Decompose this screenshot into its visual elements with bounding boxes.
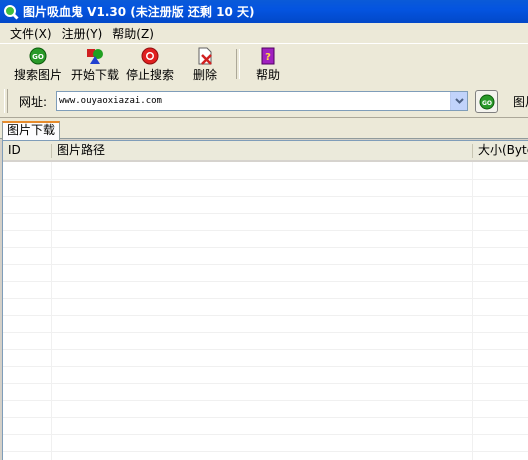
- help-label: 帮助: [256, 68, 281, 82]
- grid-row-line: [3, 264, 528, 265]
- tab-strip: 图片下载: [0, 118, 528, 140]
- help-button[interactable]: ? 帮助: [256, 47, 280, 83]
- shapes-icon: [87, 49, 103, 64]
- grid-row-line: [3, 366, 528, 367]
- window-title: 图片吸血鬼 V1.30 (未注册版 还剩 10 天): [23, 5, 255, 19]
- stop-search-label: 停止搜索: [126, 68, 175, 82]
- address-bar: 网址: GO 图片: [0, 85, 528, 118]
- go-button-text: GO: [481, 100, 491, 107]
- title-bar[interactable]: 图片吸血鬼 V1.30 (未注册版 还剩 10 天): [0, 0, 528, 23]
- grid-column-line: [472, 162, 473, 460]
- svg-text:GO: GO: [32, 53, 44, 61]
- grid-row-line: [3, 400, 528, 401]
- truncated-label: 图片: [513, 95, 528, 109]
- search-images-button[interactable]: GO 搜索图片: [14, 47, 62, 83]
- toolbar-separator: [236, 49, 240, 79]
- grid-row-line: [3, 247, 528, 248]
- grid-row-line: [3, 179, 528, 180]
- stop-search-button[interactable]: 停止搜索: [126, 47, 174, 83]
- grid-row-line: [3, 196, 528, 197]
- grid-row-line: [3, 349, 528, 350]
- url-input[interactable]: [59, 93, 439, 108]
- grid-row-line: [3, 434, 528, 435]
- toolbar: GO 搜索图片 开始下载 停止搜索 删除 ? 帮助: [0, 43, 528, 86]
- delete-label: 删除: [193, 68, 218, 82]
- grid-row-line: [3, 332, 528, 333]
- grid-row-line: [3, 281, 528, 282]
- column-header-path[interactable]: 图片路径: [52, 141, 472, 160]
- grid-row-line: [3, 417, 528, 418]
- start-download-label: 开始下载: [71, 68, 120, 82]
- go-button[interactable]: GO: [475, 90, 498, 113]
- address-combobox[interactable]: [56, 91, 468, 111]
- start-download-button[interactable]: 开始下载: [71, 47, 119, 83]
- chevron-down-icon: [454, 98, 464, 104]
- toolbar-grip[interactable]: [4, 89, 8, 113]
- address-label: 网址:: [19, 95, 48, 109]
- image-list[interactable]: ID 图片路径 大小(Byte): [2, 140, 528, 460]
- tab-image-download[interactable]: 图片下载: [2, 121, 61, 140]
- go-icon: GO: [479, 94, 494, 109]
- magnifier-app-icon: [4, 4, 19, 20]
- delete-button[interactable]: 删除: [193, 47, 217, 83]
- menu-file[interactable]: 文件(X): [5, 25, 57, 42]
- delete-icon: [198, 47, 212, 65]
- grid-row-line: [3, 383, 528, 384]
- grid-column-line: [51, 162, 52, 460]
- grid-row-line: [3, 213, 528, 214]
- column-header-id[interactable]: ID: [3, 141, 51, 160]
- menu-register[interactable]: 注册(Y): [57, 25, 108, 42]
- column-header-size[interactable]: 大小(Byte): [473, 141, 528, 160]
- go-icon: GO: [29, 47, 47, 65]
- grid-row-line: [3, 298, 528, 299]
- menu-bar: 文件(X) 注册(Y) 帮助(Z): [0, 23, 528, 43]
- help-book-icon: ?: [261, 47, 275, 65]
- menu-help[interactable]: 帮助(Z): [107, 25, 159, 42]
- svg-text:?: ?: [265, 52, 271, 63]
- combo-dropdown-button[interactable]: [450, 92, 467, 110]
- search-images-label: 搜索图片: [14, 68, 63, 82]
- grid-row-line: [3, 230, 528, 231]
- grid-row-line: [3, 315, 528, 316]
- list-header: ID 图片路径 大小(Byte): [3, 141, 528, 162]
- grid-row-line: [3, 451, 528, 452]
- stop-icon: [141, 47, 159, 65]
